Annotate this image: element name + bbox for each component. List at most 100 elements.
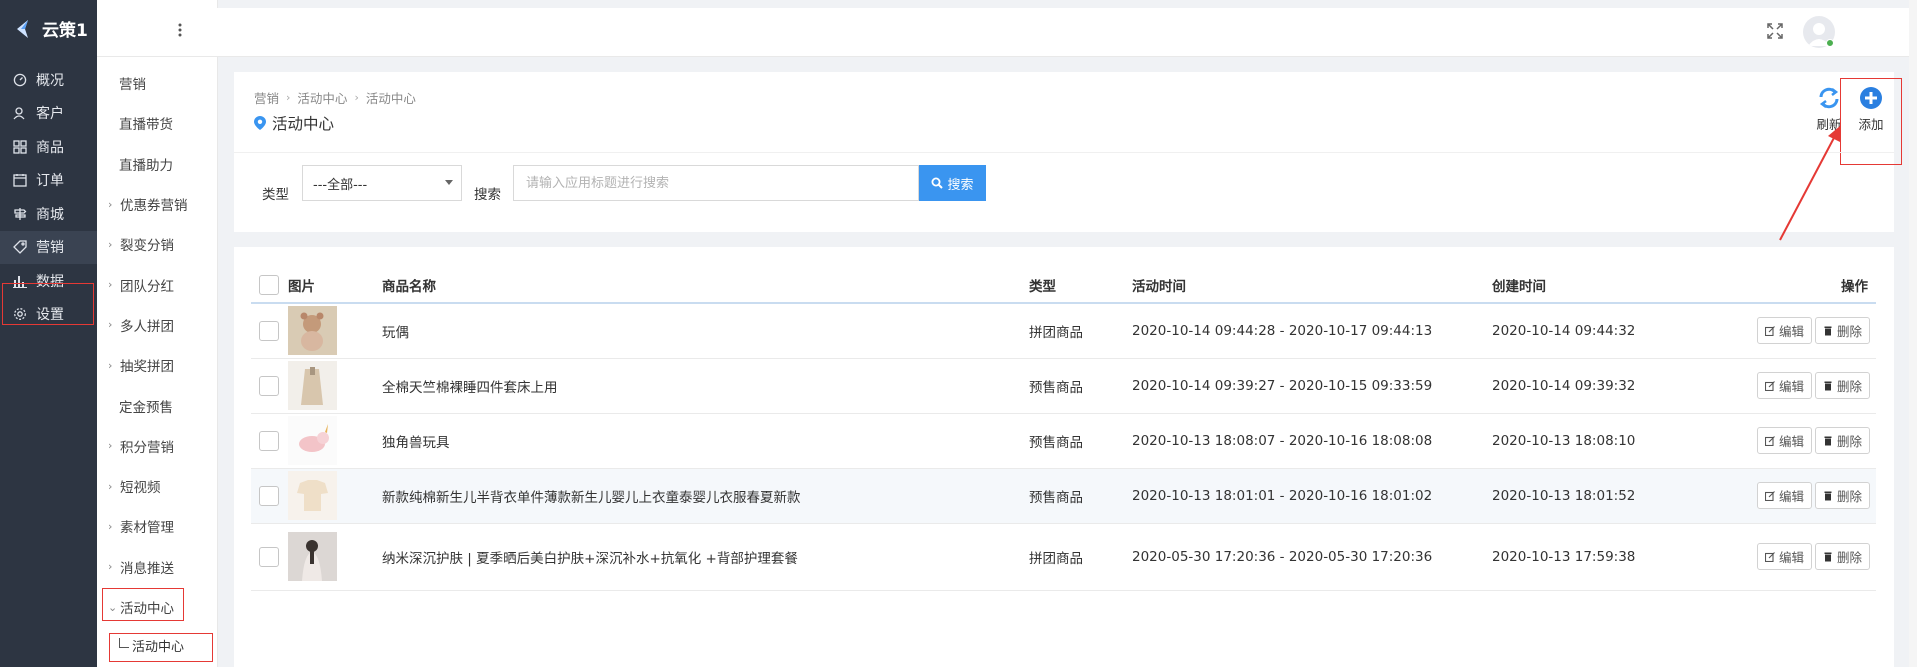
delete-button[interactable]: 删除 [1814, 482, 1870, 509]
table-row[interactable]: 独角兽玩具 预售商品 2020-10-13 18:08:07 - 2020-10-1… [251, 413, 1876, 469]
row-checkbox-cell [251, 413, 288, 469]
delete-label: 删除 [1836, 434, 1862, 449]
edit-button[interactable]: 编辑 [1756, 543, 1812, 570]
type-select-value: ---全部--- [313, 177, 368, 193]
fullscreen-icon[interactable] [1766, 22, 1784, 40]
delete-button[interactable]: 删除 [1814, 427, 1870, 454]
logo-icon [17, 19, 28, 38]
bar-chart-icon [12, 273, 27, 288]
search-input[interactable] [513, 165, 919, 201]
chevron-right-icon: › [108, 479, 113, 493]
nav-item-5[interactable]: 营销 [0, 230, 97, 264]
select-all-checkbox[interactable] [259, 274, 279, 295]
sub-nav-item-12[interactable]: › 消息推送 [97, 547, 217, 587]
page-scrollbar[interactable] [1909, 0, 1917, 667]
sub-nav-item-label: 活动中心 [120, 601, 174, 617]
sub-nav-item-5[interactable]: › 团队分红 [97, 264, 217, 304]
sub-nav-item-2[interactable]: 直播助力 [97, 144, 217, 184]
product-thumbnail[interactable] [288, 532, 382, 581]
delete-button[interactable]: 删除 [1814, 543, 1870, 570]
nav-item-label: 订单 [36, 173, 64, 190]
product-thumbnail[interactable] [288, 306, 382, 356]
sub-nav-child-item[interactable]: 活动中心 [97, 627, 217, 663]
table-body: 玩偶 拼团商品 2020-10-14 09:44:28 - 2020-10-17 0… [251, 303, 1876, 591]
edit-icon [1764, 325, 1775, 336]
sub-nav-item-8[interactable]: 定金预售 [97, 385, 217, 425]
edit-button[interactable]: 编辑 [1756, 372, 1812, 399]
breadcrumb-item[interactable]: 营销 [254, 88, 279, 107]
sub-nav-item-4[interactable]: › 裂变分销 [97, 224, 217, 264]
product-thumbnail[interactable] [288, 361, 382, 410]
nav-item-4[interactable]: 商城 [0, 197, 97, 231]
chevron-right-icon: › [108, 237, 113, 251]
edit-icon [1764, 380, 1775, 391]
product-type: 预售商品 [1029, 468, 1132, 524]
product-image-cell [288, 468, 382, 524]
chevron-down-icon [445, 180, 453, 185]
delete-label: 删除 [1836, 489, 1862, 504]
breadcrumb-item[interactable]: 活动中心 [366, 88, 416, 107]
top-bar [97, 8, 1917, 57]
product-type: 拼团商品 [1029, 303, 1132, 359]
table-row[interactable]: 新款纯棉新生儿半背衣单件薄款新生儿婴儿上衣童泰婴儿衣服春夏新款 预售商品 2020-… [251, 468, 1876, 524]
sub-nav-item-10[interactable]: › 短视频 [97, 466, 217, 506]
row-checkbox[interactable] [259, 485, 279, 506]
column-header: 创建时间 [1492, 267, 1737, 304]
activity-time: 2020-10-13 18:08:07 - 2020-10-16 18:08:0… [1132, 413, 1492, 469]
table-row[interactable]: 全棉天竺棉裸睡四件套床上用 预售商品 2020-10-14 09:39:27 - 2… [251, 358, 1876, 414]
header-checkbox-cell [251, 267, 288, 304]
chevron-right-icon: › [108, 197, 113, 211]
breadcrumb-item[interactable]: 活动中心 [297, 88, 347, 107]
product-thumbnail[interactable] [288, 471, 382, 520]
nav-item-2[interactable]: 商品 [0, 130, 97, 164]
user-icon [12, 106, 27, 121]
type-select[interactable]: ---全部--- [302, 165, 462, 201]
sub-nav-item-9[interactable]: › 积分营销 [97, 426, 217, 466]
app-logo[interactable]: 云策1 [0, 0, 97, 57]
nav-item-1[interactable]: 客户 [0, 97, 97, 131]
sub-nav-item-13[interactable]: ⌄ 活动中心 [97, 587, 217, 627]
gear-icon [12, 307, 27, 322]
nav-item-0[interactable]: 概况 [0, 63, 97, 97]
row-checkbox[interactable] [259, 430, 279, 451]
edit-button[interactable]: 编辑 [1756, 482, 1812, 509]
sub-nav-item-3[interactable]: › 优惠券营销 [97, 184, 217, 224]
delete-button[interactable]: 删除 [1814, 317, 1870, 345]
sub-nav-item-1[interactable]: 直播带货 [97, 103, 217, 143]
nav-item-6[interactable]: 数据 [0, 264, 97, 298]
sub-nav-item-label: 多人拼团 [120, 318, 174, 335]
sub-nav-item-0[interactable]: 营销 [97, 63, 217, 103]
nav-list: 概况 客户 商品订单商城营销 数据设置 [0, 63, 97, 331]
sub-nav-item-label: 短视频 [120, 480, 161, 497]
actions-cell: 编辑 删除 [1737, 468, 1876, 524]
row-checkbox[interactable] [259, 375, 279, 396]
product-name: 独角兽玩具 [382, 413, 1029, 469]
delete-button[interactable]: 删除 [1814, 372, 1870, 399]
edit-icon [1764, 435, 1775, 446]
sub-nav-item-label: 直播带货 [119, 117, 173, 134]
sub-nav-item-7[interactable]: › 抽奖拼团 [97, 345, 217, 385]
row-checkbox[interactable] [259, 320, 279, 341]
table-row[interactable]: 纳米深沉护肤 | 夏季晒后美白护肤+深沉补水+抗氧化 +背部护理套餐 拼团商品 20… [251, 523, 1876, 591]
row-checkbox[interactable] [259, 546, 279, 567]
edit-label: 编辑 [1778, 324, 1804, 340]
sub-nav-item-11[interactable]: › 素材管理 [97, 506, 217, 546]
more-vertical-icon[interactable] [177, 22, 183, 42]
sub-nav-item-label: 优惠券营销 [120, 198, 188, 215]
edit-button[interactable]: 编辑 [1756, 317, 1812, 345]
nav-item-label: 商城 [36, 206, 64, 223]
product-thumbnail[interactable] [288, 416, 382, 465]
sub-nav-item-6[interactable]: › 多人拼团 [97, 305, 217, 345]
add-button[interactable]: 添加 [1850, 86, 1892, 146]
created-time: 2020-10-13 18:08:10 [1492, 413, 1737, 469]
breadcrumb: 营销 › 活动中心 › 活动中心 [254, 88, 416, 107]
search-button[interactable]: 搜索 [919, 165, 986, 201]
nav-item-7[interactable]: 设置 [0, 298, 97, 332]
nav-item-label: 设置 [36, 307, 64, 324]
app-name: 云策1 [42, 21, 88, 41]
edit-button[interactable]: 编辑 [1756, 427, 1812, 454]
sub-nav-item-label: 素材管理 [120, 520, 174, 537]
product-type: 预售商品 [1029, 358, 1132, 414]
table-row[interactable]: 玩偶 拼团商品 2020-10-14 09:44:28 - 2020-10-17 0… [251, 303, 1876, 359]
nav-item-3[interactable]: 订单 [0, 164, 97, 198]
